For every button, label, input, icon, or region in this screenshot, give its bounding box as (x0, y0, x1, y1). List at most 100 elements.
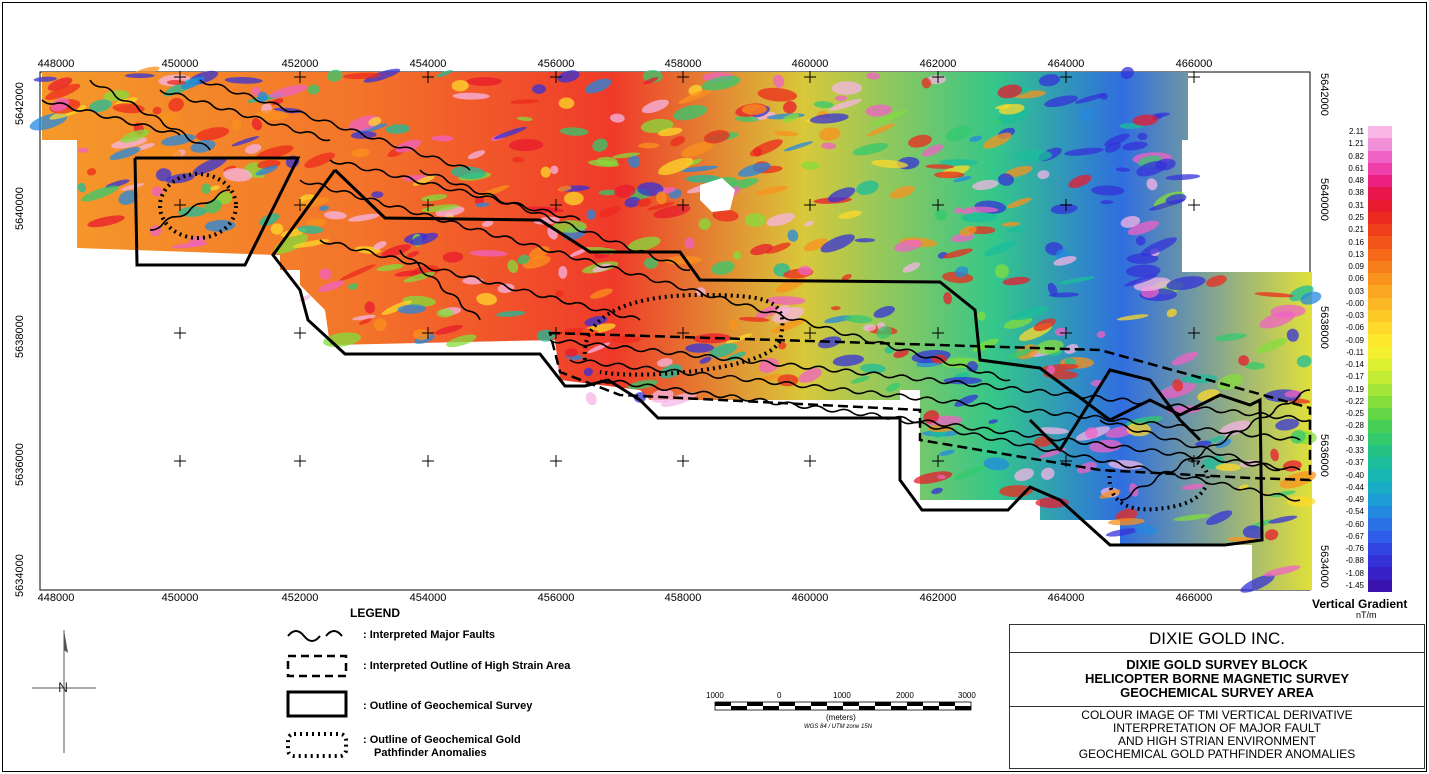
x-tick-top: 454000 (409, 58, 447, 70)
title-block: DIXIE GOLD INC. DIXIE GOLD SURVEY BLOCK … (1009, 624, 1425, 769)
colorbar-swatch (1368, 199, 1392, 213)
colorbar-units: nT/m (1356, 610, 1377, 620)
colorbar-swatch (1368, 162, 1392, 176)
survey-title-line-1: DIXIE GOLD SURVEY BLOCK (1126, 657, 1308, 672)
colorbar-value: 0.25 (1348, 212, 1364, 222)
colorbar-swatch (1368, 579, 1392, 593)
x-tick-bottom: 452000 (281, 592, 319, 604)
colorbar-swatch (1368, 408, 1392, 421)
colorbar-swatch (1368, 260, 1392, 274)
colorbar-swatch (1368, 555, 1392, 568)
x-tick-top: 452000 (281, 58, 319, 70)
colorbar-value: -0.76 (1345, 544, 1364, 554)
colorbar-value: -0.54 (1345, 507, 1364, 517)
scale-label-4: 3000 (958, 691, 976, 700)
colorbar-value: -0.37 (1345, 458, 1364, 468)
colorbar-value: 0.03 (1348, 286, 1364, 296)
x-tick-top: 460000 (791, 58, 829, 70)
scale-label-1: 0 (777, 691, 782, 700)
colorbar-value: 2.11 (1349, 127, 1364, 137)
x-tick-bottom: 462000 (919, 592, 957, 604)
colorbar-value: -0.40 (1345, 470, 1364, 480)
x-tick-top: 462000 (919, 58, 957, 70)
company-name: DIXIE GOLD INC. (1010, 625, 1424, 653)
colorbar-value: -0.17 (1345, 372, 1364, 382)
colorbar-swatch (1368, 322, 1392, 335)
x-tick-top: 448000 (37, 58, 75, 70)
colorbar-swatch (1368, 395, 1392, 409)
y-tick-left: 5638000 (14, 315, 26, 358)
colorbar-swatch (1368, 126, 1392, 139)
colorbar-swatch (1368, 444, 1392, 458)
colorbar-swatch (1368, 211, 1392, 225)
colorbar-swatch (1368, 518, 1392, 532)
colorbar-swatch (1368, 359, 1392, 372)
colorbar-swatch (1368, 346, 1392, 360)
x-tick-bottom: 464000 (1047, 592, 1085, 604)
colorbar-value: -0.19 (1345, 384, 1364, 394)
scale-units: (meters) (826, 713, 856, 722)
colorbar-swatch (1368, 334, 1392, 348)
colorbar-swatch (1368, 309, 1392, 323)
y-tick-right: 5634000 (1318, 545, 1330, 588)
legend-title: LEGEND (350, 606, 401, 620)
magnetic-map[interactable] (0, 0, 1429, 600)
north-arrow-icon: N (32, 630, 96, 753)
map-sheet: 448000 450000 452000 454000 456000 458000 4600… (0, 0, 1429, 774)
colorbar-swatch (1368, 285, 1392, 299)
scale-projection: WGS 84 / UTM zone 15N (804, 724, 873, 730)
survey-title-line-2: HELICOPTER BORNE MAGNETIC SURVEY (1084, 671, 1350, 686)
colorbar-value: 0.48 (1348, 176, 1364, 186)
colorbar-value: -0.25 (1345, 409, 1364, 419)
colorbar-value: 0.82 (1348, 151, 1364, 161)
x-tick-top: 450000 (161, 58, 199, 70)
colorbar-value: 0.38 (1348, 188, 1364, 198)
colorbar-value: -0.06 (1345, 323, 1364, 333)
x-tick-bottom: 466000 (1175, 592, 1213, 604)
colorbar-value: 0.09 (1348, 262, 1364, 272)
legend-strain-label: : Interpreted Outline of High Strain Are… (363, 660, 571, 672)
x-tick-bottom: 448000 (37, 592, 75, 604)
colorbar-value: -0.28 (1345, 421, 1364, 431)
x-tick-top: 464000 (1047, 58, 1085, 70)
colorbar-value: -1.45 (1345, 580, 1364, 590)
colorbar-value: 1.21 (1348, 139, 1364, 149)
legend-anomaly-label: : Outline of Geochemical Gold (363, 734, 521, 746)
x-tick-bottom: 458000 (664, 592, 702, 604)
colorbar-value: 0.21 (1348, 225, 1364, 235)
colorbar-swatch (1368, 469, 1392, 483)
y-tick-left: 5636000 (14, 443, 26, 486)
scale-label-2: 1000 (833, 691, 851, 700)
colorbar-swatch (1368, 542, 1392, 556)
legend-anomaly-label-2: Pathfinder Anomalies (374, 747, 487, 759)
colorbar-value: 0.06 (1348, 274, 1364, 284)
colorbar-value: -0.03 (1345, 311, 1364, 321)
y-tick-right: 5636000 (1318, 434, 1330, 477)
x-tick-top: 466000 (1175, 58, 1213, 70)
colorbar-swatch (1368, 224, 1392, 237)
colorbar-swatch (1368, 248, 1392, 262)
colorbar-value: -0.30 (1345, 433, 1364, 443)
colorbar-value: -0.33 (1345, 445, 1364, 455)
colorbar-value: -0.88 (1345, 556, 1364, 566)
colorbar-value: 0.13 (1348, 249, 1364, 259)
colorbar-swatch (1368, 506, 1392, 519)
colorbar-value: -0.11 (1346, 347, 1364, 357)
y-tick-left: 5640000 (14, 187, 26, 230)
colorbar-value: -0.22 (1345, 396, 1364, 406)
x-tick-bottom: 450000 (161, 592, 199, 604)
colorbar-swatch (1368, 236, 1392, 250)
colorbar-swatch (1368, 567, 1392, 581)
colorbar-title: Vertical Gradient (1312, 597, 1408, 611)
colorbar-value: -0.00 (1345, 298, 1364, 308)
colorbar-swatch (1368, 175, 1392, 188)
colorbar-value: 0.61 (1348, 163, 1364, 173)
colorbar-swatch (1368, 383, 1392, 397)
colorbar (1368, 126, 1392, 593)
colorbar-value: -0.09 (1345, 335, 1364, 345)
legend-faults-label: : Interpreted Major Faults (363, 629, 496, 641)
colorbar-swatch (1368, 493, 1392, 507)
colorbar-swatch (1368, 150, 1392, 164)
map-notes: COLOUR IMAGE OF TMI VERTICAL DERIVATIVE … (1010, 709, 1424, 761)
colorbar-value: -0.14 (1345, 360, 1364, 370)
